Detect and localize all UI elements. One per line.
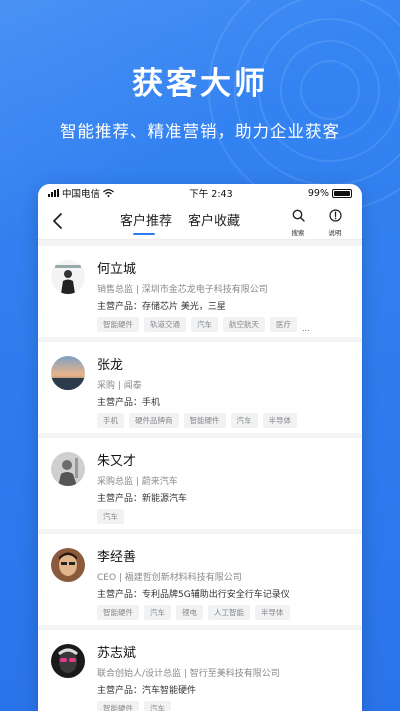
battery-indicator: 99%: [308, 188, 352, 199]
search-button[interactable]: 搜索: [285, 207, 311, 237]
customer-product: 主营产品：新能源汽车: [97, 494, 188, 504]
customer-title: 联合创始人/设计总监 | 智行至美科技有限公司: [97, 669, 280, 679]
industry-tag: 手机: [97, 413, 124, 428]
industry-tag: 汽车: [144, 605, 171, 620]
carrier-label: 中国电信: [62, 189, 101, 200]
industry-tag: 半导体: [255, 605, 290, 620]
customer-name: 苏志斌: [97, 646, 137, 661]
search-icon: [292, 209, 305, 222]
customer-title: CEO | 福建哲创新材料科技有限公司: [97, 573, 242, 583]
customer-title: 销售总监 | 深圳市金芯龙电子科技有限公司: [97, 285, 268, 295]
nav-bar: 客户推荐 客户收藏 搜索 说明: [38, 202, 362, 240]
industry-tag: 轨道交通: [144, 317, 186, 332]
customer-name: 张龙: [97, 358, 124, 373]
phone-screen: 中国电信 下午 2:43 99% 客户推荐 客户收藏 搜索 说明 何立城 销售总…: [38, 184, 362, 711]
customer-card[interactable]: 李经善 CEO | 福建哲创新材料科技有限公司 主营产品：专利品牌5G辅助出行安…: [38, 534, 362, 625]
industry-tag: 智能硬件: [97, 317, 139, 332]
customer-title: 采购 | 闻泰: [97, 381, 142, 391]
customer-name: 李经善: [97, 550, 137, 565]
industry-tag: 人工智能: [208, 605, 250, 620]
customer-product: 主营产品：存储芯片 美光，三星: [97, 302, 226, 312]
avatar: [51, 356, 85, 390]
tag-list: 智能硬件 汽车 锂电 人工智能 半导体: [97, 605, 290, 620]
industry-tag: 汽车: [191, 317, 218, 332]
hero-title: 获客大师: [132, 66, 268, 102]
avatar: [51, 260, 85, 294]
search-label: 搜索: [291, 229, 305, 237]
status-bar: 中国电信 下午 2:43 99%: [38, 184, 362, 202]
industry-tag: 智能硬件: [97, 701, 139, 711]
info-icon: [328, 209, 342, 222]
industry-tag: 汽车: [144, 701, 171, 711]
tab-bar: 客户推荐 客户收藏: [120, 210, 240, 235]
status-left: 中国电信: [48, 186, 114, 200]
industry-tag: 航空航天: [223, 317, 265, 332]
back-arrow-icon[interactable]: [50, 211, 66, 231]
avatar: [51, 644, 85, 678]
battery-percent: 99%: [307, 187, 329, 199]
customer-product: 主营产品：专利品牌5G辅助出行安全行车记录仪: [97, 590, 290, 600]
customer-card[interactable]: 张龙 采购 | 闻泰 主营产品：手机 手机 硬件品牌商 智能硬件 汽车 半导体: [38, 342, 362, 433]
customer-title: 采购总监 | 蔚来汽车: [97, 477, 178, 487]
avatar: [51, 548, 85, 582]
hero-subtitle: 智能推荐、精准营销，助力企业获客: [60, 122, 340, 141]
customer-name: 朱又才: [97, 454, 137, 469]
industry-tag: 锂电: [176, 605, 203, 620]
customer-product: 主营产品：汽车智能硬件: [97, 686, 197, 696]
customer-card[interactable]: 朱又才 采购总监 | 蔚来汽车 主营产品：新能源汽车 汽车: [38, 438, 362, 529]
industry-tag: 智能硬件: [183, 413, 226, 428]
signal-icon: [48, 189, 59, 197]
tag-list: 智能硬件 汽车: [97, 701, 171, 711]
avatar: [51, 452, 85, 486]
industry-tag: 半导体: [262, 413, 297, 428]
tab-recommended[interactable]: 客户推荐: [120, 210, 172, 235]
info-label: 说明: [328, 229, 342, 237]
info-button[interactable]: 说明: [322, 207, 348, 237]
tag-list: 智能硬件 轨道交通 汽车 航空航天 医疗 ...: [97, 317, 310, 333]
battery-icon: [332, 188, 352, 198]
tag-list: 手机 硬件品牌商 智能硬件 汽车 半导体: [97, 413, 297, 428]
customer-list: 何立城 销售总监 | 深圳市金芯龙电子科技有限公司 主营产品：存储芯片 美光，三…: [38, 240, 362, 711]
tag-list: 汽车: [97, 509, 124, 524]
customer-product: 主营产品：手机: [97, 398, 161, 408]
customer-card[interactable]: 苏志斌 联合创始人/设计总监 | 智行至美科技有限公司 主营产品：汽车智能硬件 …: [38, 630, 362, 711]
more-tags-indicator: ...: [302, 324, 310, 333]
industry-tag: 智能硬件: [97, 605, 139, 620]
industry-tag: 硬件品牌商: [129, 413, 179, 428]
customer-card[interactable]: 何立城 销售总监 | 深圳市金芯龙电子科技有限公司 主营产品：存储芯片 美光，三…: [38, 246, 362, 337]
industry-tag: 医疗: [270, 317, 297, 332]
wifi-icon: [103, 189, 114, 197]
customer-name: 何立城: [97, 262, 137, 277]
status-time: 下午 2:43: [189, 189, 233, 200]
industry-tag: 汽车: [97, 509, 124, 524]
industry-tag: 汽车: [230, 413, 258, 428]
tab-favorites[interactable]: 客户收藏: [188, 210, 240, 235]
